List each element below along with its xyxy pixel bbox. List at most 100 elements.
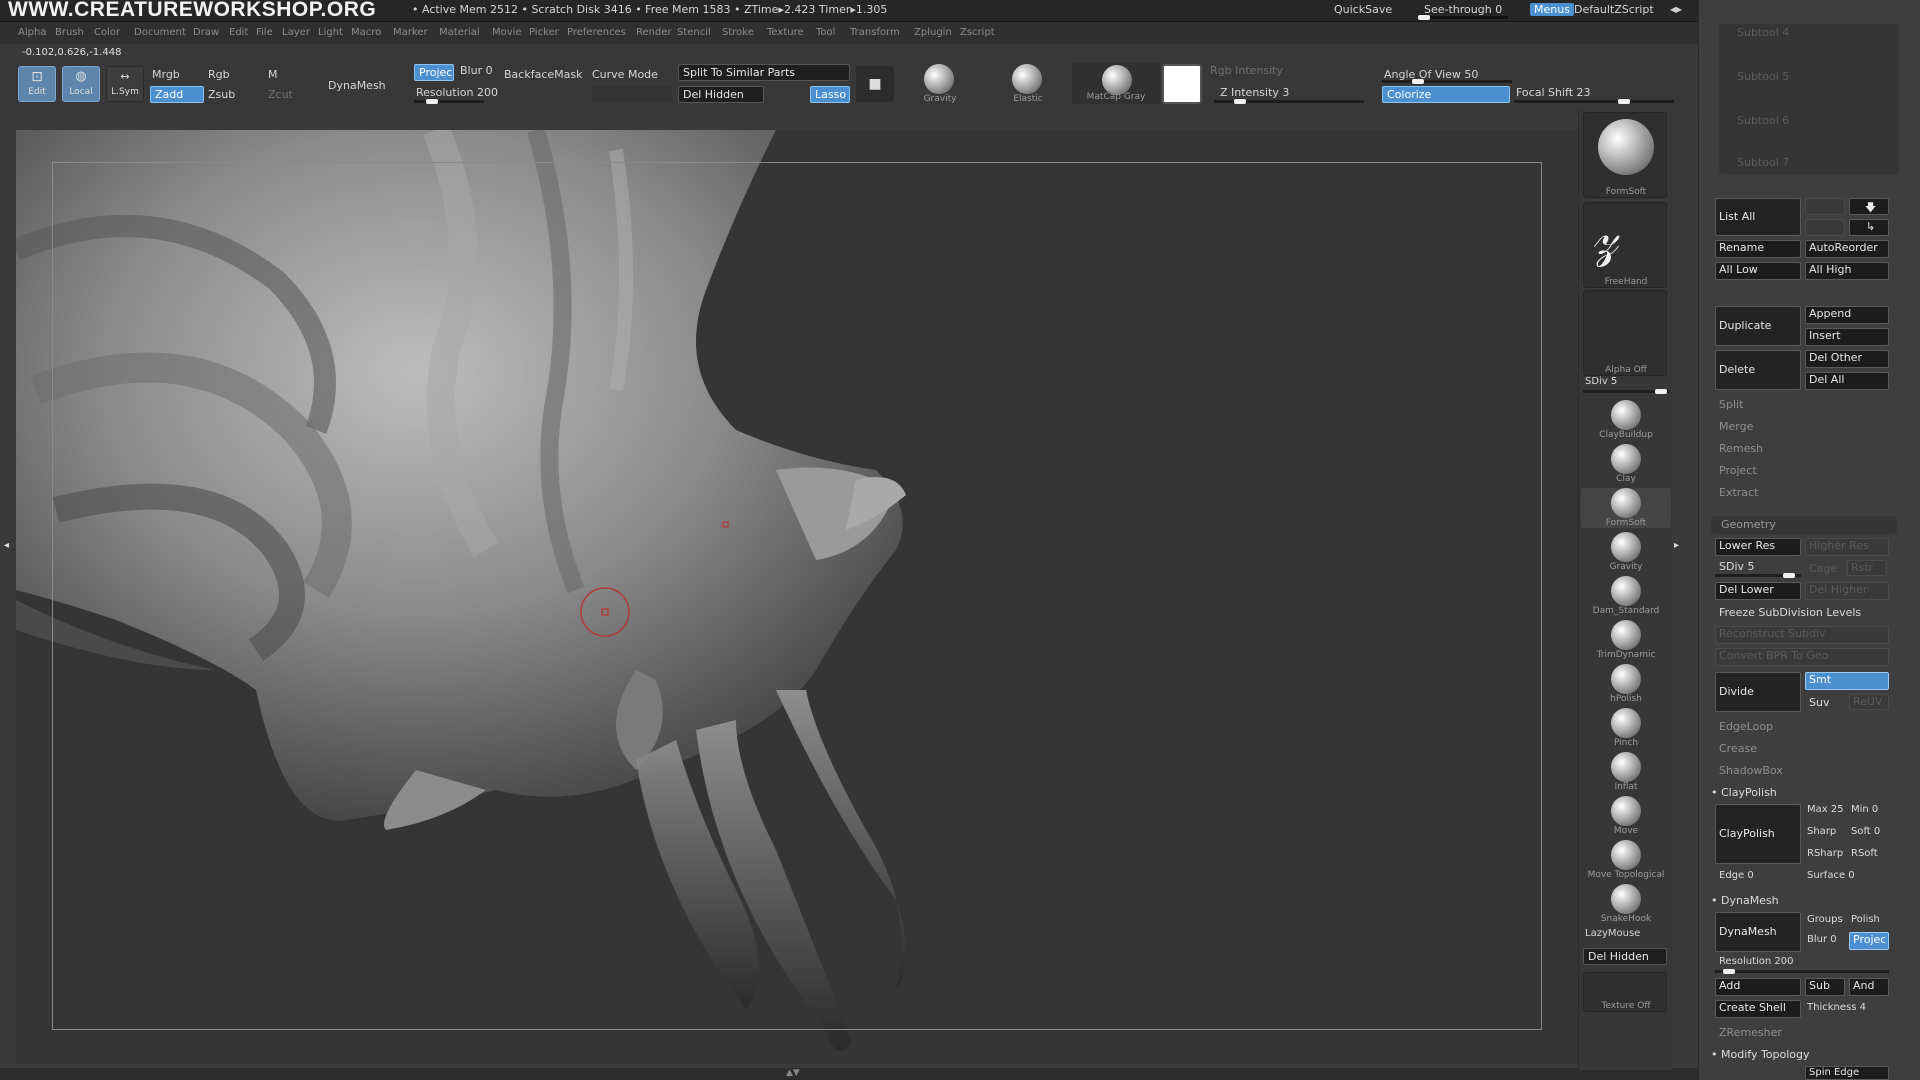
spin-edge-button[interactable]: Spin Edge xyxy=(1805,1066,1889,1080)
soft-slider[interactable]: Soft 0 xyxy=(1851,826,1880,837)
colorize-button[interactable]: Colorize xyxy=(1382,86,1510,103)
resolution-track[interactable] xyxy=(414,99,484,104)
menu-draw[interactable]: Draw xyxy=(193,27,219,38)
brush-clay[interactable]: Clay xyxy=(1581,444,1671,484)
focal-shift-slider[interactable]: Focal Shift 23 xyxy=(1516,86,1591,99)
claypolish-button[interactable]: ClayPolish xyxy=(1715,804,1801,864)
geometry-sdiv-track[interactable] xyxy=(1715,573,1801,578)
quicksave-button[interactable]: QuickSave xyxy=(1334,3,1392,16)
mrgb-button[interactable]: Mrgb xyxy=(152,68,180,81)
del-higher-button[interactable]: Del Higher xyxy=(1805,582,1889,600)
menu-tool[interactable]: Tool xyxy=(816,27,835,38)
brush-gravity[interactable]: Gravity xyxy=(1581,532,1671,572)
and-button[interactable]: And xyxy=(1849,978,1889,996)
remesh-subpalette[interactable]: Remesh xyxy=(1719,442,1763,455)
dynamesh-resolution-slider[interactable]: Resolution 200 xyxy=(1719,956,1794,967)
surface-slider[interactable]: Surface 0 xyxy=(1807,870,1855,881)
geometry-header[interactable]: Geometry xyxy=(1711,516,1897,534)
del-all-button[interactable]: Del All xyxy=(1805,372,1889,390)
brush-dam-standard[interactable]: Dam_Standard xyxy=(1581,576,1671,616)
stroke-thumbnail[interactable]: 𝓏 FreeHand xyxy=(1583,202,1667,288)
default-zscript-button[interactable]: DefaultZScript xyxy=(1574,3,1654,16)
all-low-button[interactable]: All Low xyxy=(1715,262,1801,280)
insert-button[interactable]: Insert xyxy=(1805,328,1889,346)
backfacemask-button[interactable]: BackfaceMask xyxy=(504,68,582,81)
del-other-button[interactable]: Del Other xyxy=(1805,350,1889,368)
divide-button[interactable]: Divide xyxy=(1715,672,1801,712)
subtool-6-faded[interactable]: Subtool 6 xyxy=(1737,114,1789,127)
subtool-7-faded[interactable]: Subtool 7 xyxy=(1737,156,1789,169)
convert-bpr-button[interactable]: Convert BPR To Geo xyxy=(1715,648,1889,666)
m-button[interactable]: M xyxy=(268,68,278,81)
menu-transform[interactable]: Transform xyxy=(850,27,900,38)
project-subpalette[interactable]: Project xyxy=(1719,464,1757,477)
min-slider[interactable]: Min 0 xyxy=(1851,804,1878,815)
brush-move[interactable]: Move xyxy=(1581,796,1671,836)
max-slider[interactable]: Max 25 xyxy=(1807,804,1844,815)
brush-move-topological[interactable]: Move Topological xyxy=(1581,840,1671,880)
sdiv-knob[interactable] xyxy=(1655,389,1667,394)
subtool-5-faded[interactable]: Subtool 5 xyxy=(1737,70,1789,83)
list-all-button[interactable]: List All xyxy=(1715,198,1801,236)
menu-zplugin[interactable]: Zplugin xyxy=(914,27,952,38)
rsharp-slider[interactable]: RSharp xyxy=(1807,848,1843,859)
reconstruct-subdiv-button[interactable]: Reconstruct Subdiv xyxy=(1715,626,1889,644)
del-lower-button[interactable]: Del Lower xyxy=(1715,582,1801,600)
brush-pinch[interactable]: Pinch xyxy=(1581,708,1671,748)
duplicate-button[interactable]: Duplicate xyxy=(1715,306,1801,346)
thickness-slider[interactable]: Thickness 4 xyxy=(1807,1002,1866,1013)
alpha-thumbnail[interactable]: Alpha Off xyxy=(1583,290,1667,376)
menu-marker[interactable]: Marker xyxy=(393,27,428,38)
edge-slider[interactable]: Edge 0 xyxy=(1719,870,1754,881)
crease-subpalette[interactable]: Crease xyxy=(1719,742,1757,755)
local-button[interactable]: ◍ Local xyxy=(62,66,100,102)
dynamesh-blur-slider[interactable]: Blur 0 xyxy=(1807,934,1837,945)
brush-hpolish[interactable]: hPolish xyxy=(1581,664,1671,704)
add-button[interactable]: Add xyxy=(1715,978,1801,996)
shadowbox-subpalette[interactable]: ShadowBox xyxy=(1719,764,1783,777)
all-high-button[interactable]: All High xyxy=(1805,262,1889,280)
menu-stroke[interactable]: Stroke xyxy=(722,27,754,38)
project-toggle[interactable]: Projec xyxy=(414,64,454,81)
curve-mode-button[interactable]: Curve Mode xyxy=(592,68,658,81)
brush-snakehook[interactable]: SnakeHook xyxy=(1581,884,1671,924)
menu-picker[interactable]: Picker xyxy=(529,27,559,38)
menu-zscript[interactable]: Zscript xyxy=(960,27,995,38)
freeze-subdivision-button[interactable]: Freeze SubDivision Levels xyxy=(1719,606,1861,619)
stop-button[interactable]: ■ xyxy=(856,66,894,102)
polish-toggle[interactable]: Polish xyxy=(1851,914,1880,925)
menu-render[interactable]: Render xyxy=(636,27,672,38)
move-down-button[interactable]: 🡇 xyxy=(1849,198,1889,215)
gravity-brush-tool[interactable] xyxy=(924,64,954,94)
menus-toggle[interactable]: Menus xyxy=(1530,3,1574,16)
blur-slider[interactable]: Blur 0 xyxy=(460,64,493,77)
see-through-slider[interactable]: See-through 0 xyxy=(1424,3,1502,16)
menu-layer[interactable]: Layer xyxy=(282,27,310,38)
dynamesh-toolbar-button[interactable]: DynaMesh xyxy=(328,79,386,92)
dynamesh-resolution-track[interactable] xyxy=(1715,969,1889,974)
split-subpalette[interactable]: Split xyxy=(1719,398,1743,411)
layout-arrows-icon[interactable]: ◂▸ xyxy=(1670,2,1682,16)
sdiv-track[interactable] xyxy=(1583,389,1669,394)
angle-of-view-knob[interactable] xyxy=(1412,79,1424,84)
menu-movie[interactable]: Movie xyxy=(492,27,522,38)
dynamesh-button[interactable]: DynaMesh xyxy=(1715,912,1801,952)
menu-brush[interactable]: Brush xyxy=(55,27,84,38)
menu-macro[interactable]: Macro xyxy=(351,27,381,38)
menu-alpha[interactable]: Alpha xyxy=(18,27,46,38)
rsoft-slider[interactable]: RSoft xyxy=(1851,848,1878,859)
smt-toggle[interactable]: Smt xyxy=(1805,672,1889,690)
menu-color[interactable]: Color xyxy=(94,27,120,38)
current-brush-thumbnail[interactable]: FormSoft xyxy=(1583,112,1667,198)
del-hidden-toolbar-button[interactable]: Del Hidden xyxy=(678,86,764,103)
elastic-brush-tool[interactable] xyxy=(1012,64,1042,94)
lower-res-button[interactable]: Lower Res xyxy=(1715,538,1801,556)
groups-toggle[interactable]: Groups xyxy=(1807,914,1843,925)
menu-light[interactable]: Light xyxy=(318,27,343,38)
geometry-sdiv-slider[interactable]: SDiv 5 xyxy=(1719,560,1755,573)
reuv-button[interactable]: ReUV xyxy=(1849,694,1889,710)
menu-document[interactable]: Document xyxy=(134,27,186,38)
dynamesh-project-toggle[interactable]: Projec xyxy=(1849,932,1889,950)
sharp-slider[interactable]: Sharp xyxy=(1807,826,1836,837)
menu-material[interactable]: Material xyxy=(439,27,480,38)
